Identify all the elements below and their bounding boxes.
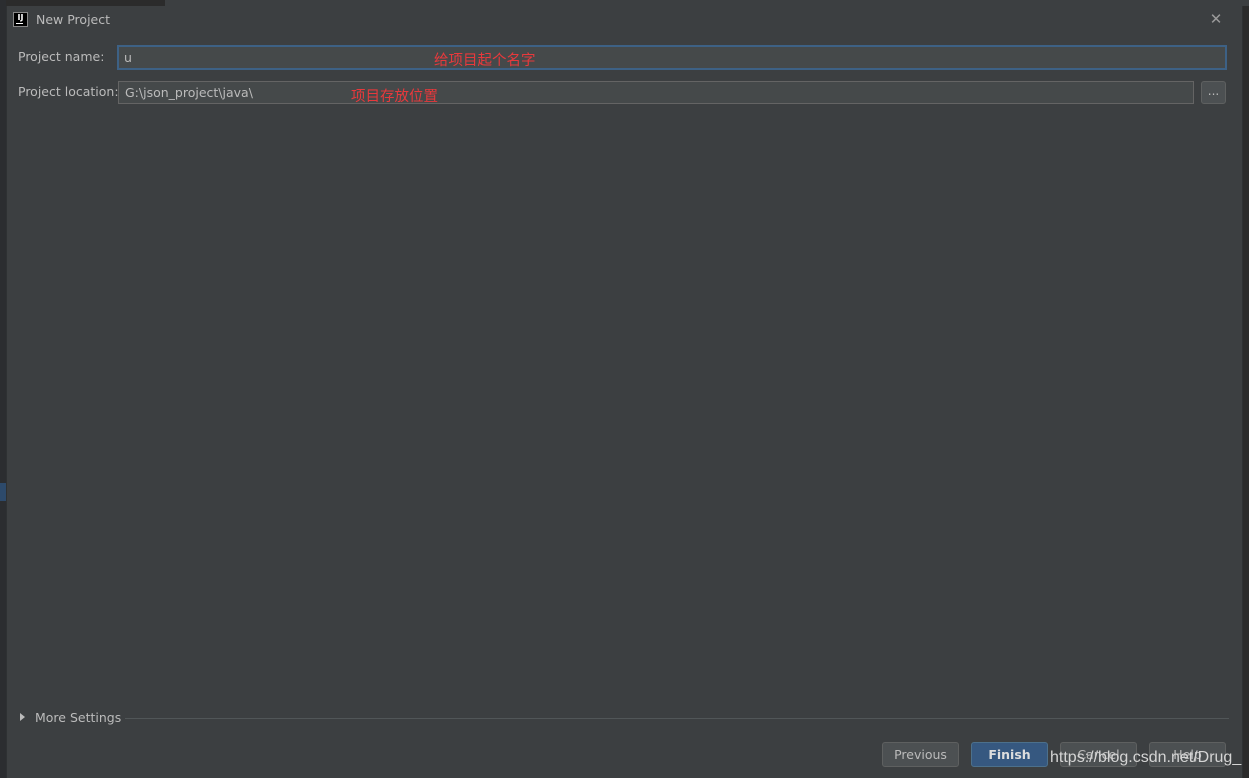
project-location-input[interactable]: G:\json_project\java\ (118, 81, 1194, 104)
project-location-label: Project location: (18, 84, 119, 99)
chevron-right-icon (20, 713, 25, 721)
new-project-dialog: IJ New Project ✕ Project name: u 给项目起个名字… (6, 6, 1243, 778)
close-icon[interactable]: ✕ (1208, 9, 1224, 29)
project-name-input[interactable]: u (117, 45, 1227, 70)
project-location-annotation: 项目存放位置 (351, 89, 438, 105)
title-bar: IJ New Project ✕ (7, 6, 1242, 34)
watermark-text: https://blog.csdn.net/Drug_ (1050, 749, 1242, 766)
window-title: New Project (36, 12, 111, 27)
project-name-annotation: 给项目起个名字 (434, 53, 536, 69)
browse-location-button[interactable]: ... (1201, 81, 1226, 104)
project-name-label: Project name: (18, 49, 105, 64)
previous-button[interactable]: Previous (882, 742, 959, 767)
more-settings-label: More Settings (35, 710, 122, 725)
intellij-idea-icon: IJ (13, 12, 28, 27)
finish-button[interactable]: Finish (971, 742, 1048, 767)
more-settings-toggle[interactable]: More Settings (20, 710, 121, 728)
more-settings-divider (125, 718, 1229, 719)
